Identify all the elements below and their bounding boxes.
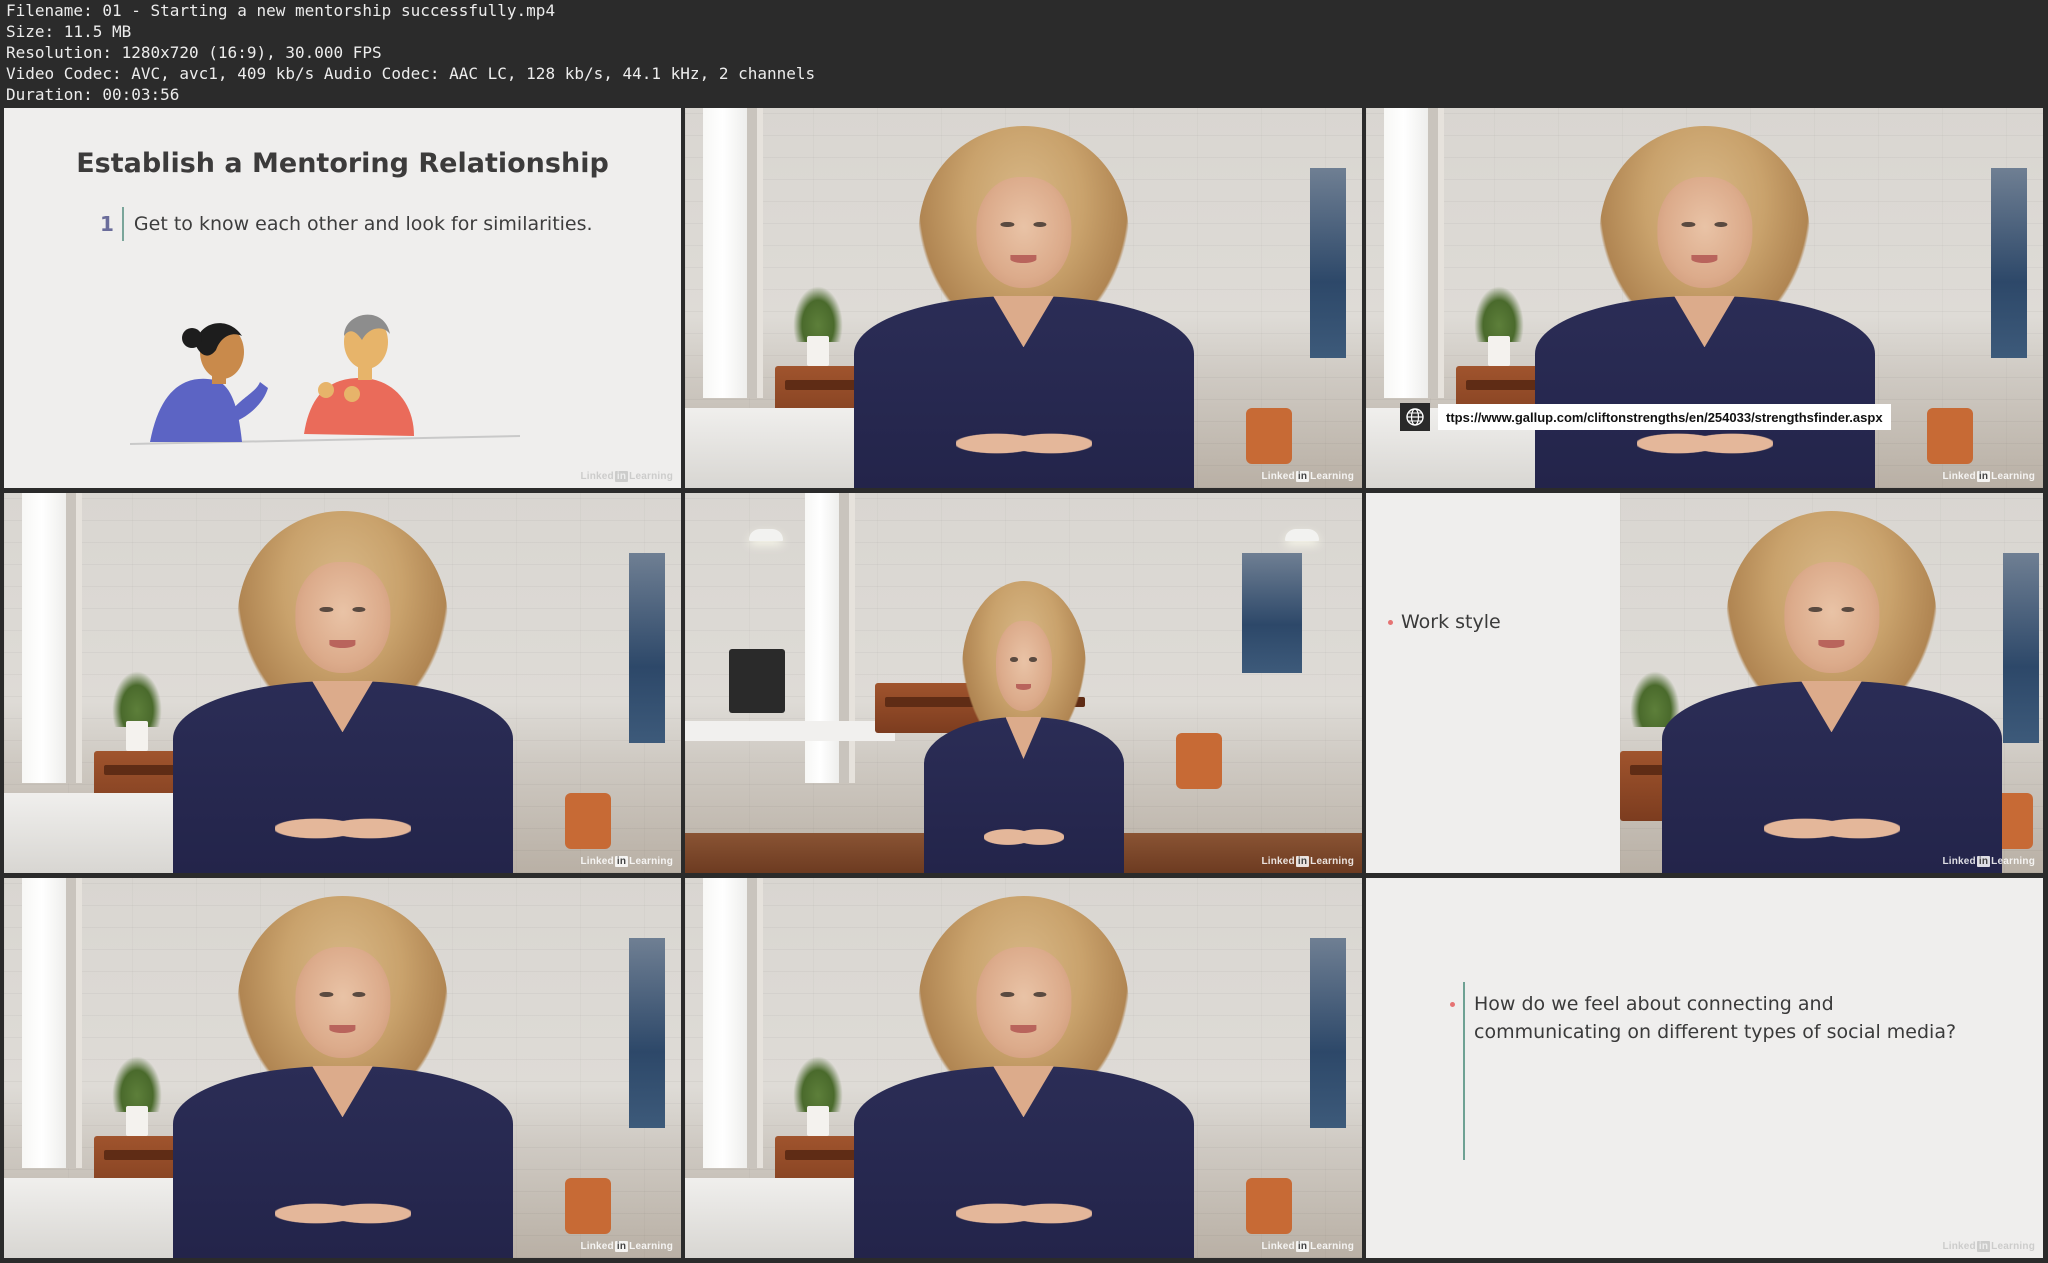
thumbnail-6[interactable]: Work style Linked in Learning [1366,493,2043,873]
linkedin-learning-watermark: Linked in Learning [580,471,673,482]
linkedin-learning-watermark: Linked in Learning [1261,1241,1354,1252]
thumbnail-7[interactable]: Linked in Learning [4,878,681,1258]
globe-icon [1400,403,1430,431]
bullet-text: Work style [1401,611,1501,633]
thumbnail-2[interactable]: Linked in Learning [685,108,1362,488]
linkedin-learning-watermark: Linked in Learning [580,856,673,867]
thumbnail-grid: Establish a Mentoring Relationship 1 Get… [4,108,2044,1258]
thumbnail-4[interactable]: Linked in Learning [4,493,681,873]
presenter [1661,503,2002,873]
presenter [853,118,1194,488]
url-text: ttps://www.gallup.com/cliftonstrengths/e… [1438,404,1891,430]
presenter [923,573,1124,873]
linkedin-learning-watermark: Linked in Learning [580,1241,673,1252]
file-info-header: Filename: 01 - Starting a new mentorship… [6,0,2036,106]
title-slide: Establish a Mentoring Relationship 1 Get… [4,108,681,488]
thumbnail-8[interactable]: Linked in Learning [685,878,1362,1258]
presenter-panel [1620,493,2043,873]
slide-accent-bar [1463,982,1465,1160]
point-text: Get to know each other and look for simi… [133,213,593,235]
bullet-item: Work style [1388,611,1501,633]
resolution-line: Resolution: 1280x720 (16:9), 30.000 FPS [6,43,382,62]
thumbnail-5[interactable]: Linked in Learning [685,493,1362,873]
linkedin-learning-watermark: Linked in Learning [1942,856,2035,867]
point-divider [121,207,124,241]
linkedin-learning-watermark: Linked in Learning [1942,471,2035,482]
linkedin-learning-watermark: Linked in Learning [1261,856,1354,867]
codec-line: Video Codec: AVC, avc1, 409 kb/s Audio C… [6,64,816,83]
linkedin-learning-watermark: Linked in Learning [1942,1241,2035,1252]
presenter [853,888,1194,1258]
filename-line: Filename: 01 - Starting a new mentorship… [6,1,556,20]
slide-point: 1 Get to know each other and look for si… [100,207,593,241]
presenter [172,503,513,873]
mentoring-illustration [130,314,521,445]
slide-title: Establish a Mentoring Relationship [76,148,609,179]
point-number: 1 [100,212,114,236]
bullet-dot [1388,620,1393,625]
duration-line: Duration: 00:03:56 [6,85,180,104]
question-slide: How do we feel about connecting and comm… [1366,878,2043,1258]
presenter [172,888,513,1258]
slide-panel: Work style [1366,493,1620,873]
question-text: How do we feel about connecting and comm… [1474,993,1957,1043]
bullet-dot [1450,1002,1455,1007]
linkedin-learning-watermark: Linked in Learning [1261,471,1354,482]
presenter [1534,118,1875,488]
size-line: Size: 11.5 MB [6,22,132,41]
thumbnail-3[interactable]: ttps://www.gallup.com/cliftonstrengths/e… [1366,108,2043,488]
thumbnail-9[interactable]: How do we feel about connecting and comm… [1366,878,2043,1258]
thumbnail-1[interactable]: Establish a Mentoring Relationship 1 Get… [4,108,681,488]
url-overlay: ttps://www.gallup.com/cliftonstrengths/e… [1400,403,1900,431]
